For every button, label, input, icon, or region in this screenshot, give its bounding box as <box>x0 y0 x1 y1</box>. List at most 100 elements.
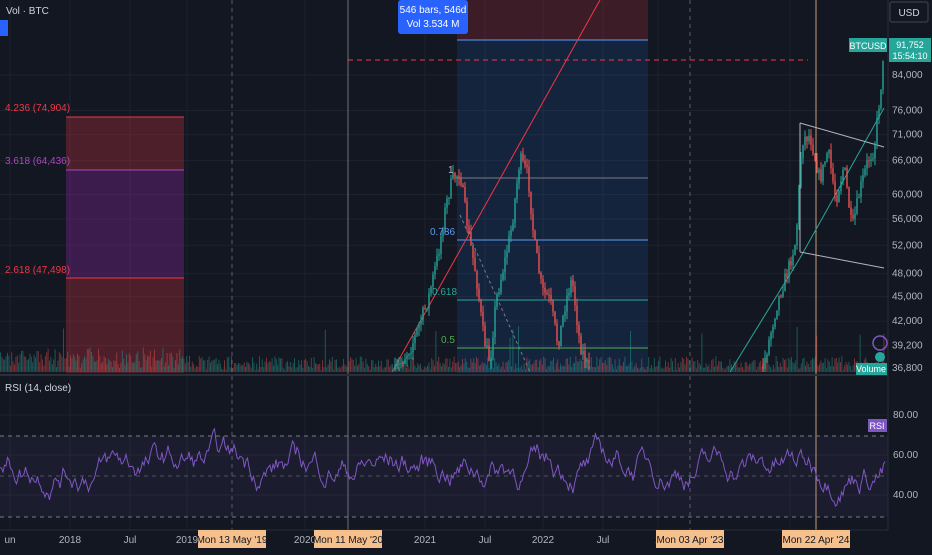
candle-body[interactable] <box>880 89 882 109</box>
candle-body[interactable] <box>414 334 416 344</box>
candle-body[interactable] <box>528 166 530 192</box>
fib-ext-zone-lower[interactable] <box>66 278 184 373</box>
candle-body[interactable] <box>548 294 550 296</box>
candle-body[interactable] <box>820 169 822 182</box>
candle-body[interactable] <box>456 176 458 179</box>
candle-body[interactable] <box>588 359 590 364</box>
candle-body[interactable] <box>774 318 776 328</box>
candle-body[interactable] <box>810 135 812 145</box>
candle-body[interactable] <box>840 181 842 192</box>
candle-body[interactable] <box>828 149 830 154</box>
candle-body[interactable] <box>534 230 536 240</box>
candle-body[interactable] <box>474 257 476 272</box>
candle-body[interactable] <box>450 178 452 198</box>
candle-body[interactable] <box>416 328 418 335</box>
candle-body[interactable] <box>874 143 876 159</box>
candle-body[interactable] <box>866 160 868 169</box>
candle-body[interactable] <box>784 273 786 292</box>
candle-body[interactable] <box>580 335 582 355</box>
candle-body[interactable] <box>542 278 544 288</box>
candle-body[interactable] <box>546 292 548 295</box>
candle-body[interactable] <box>862 175 864 182</box>
candle-body[interactable] <box>764 357 766 369</box>
candle-body[interactable] <box>578 325 580 336</box>
candle-body[interactable] <box>844 167 846 171</box>
candle-body[interactable] <box>538 253 540 273</box>
candle-body[interactable] <box>554 311 556 324</box>
candle-body[interactable] <box>514 199 516 223</box>
candle-body[interactable] <box>802 145 804 159</box>
candle-body[interactable] <box>502 272 504 280</box>
candle-body[interactable] <box>410 352 412 355</box>
candle-body[interactable] <box>776 310 778 319</box>
candle-body[interactable] <box>786 273 788 278</box>
candle-body[interactable] <box>432 274 434 287</box>
candle-body[interactable] <box>446 198 448 208</box>
candle-body[interactable] <box>478 288 480 301</box>
candle-body[interactable] <box>856 198 858 214</box>
candle-body[interactable] <box>768 339 770 355</box>
candle-body[interactable] <box>398 363 400 365</box>
candle-body[interactable] <box>832 168 834 182</box>
candle-body[interactable] <box>428 293 430 309</box>
candle-body[interactable] <box>780 295 782 297</box>
candle-body[interactable] <box>418 324 420 329</box>
candle-body[interactable] <box>882 60 884 90</box>
candle-body[interactable] <box>464 186 466 202</box>
candle-body[interactable] <box>510 229 512 236</box>
candle-body[interactable] <box>790 261 792 266</box>
candle-body[interactable] <box>496 294 498 307</box>
candle-body[interactable] <box>422 307 424 321</box>
candle-body[interactable] <box>568 293 570 296</box>
candle-body[interactable] <box>466 201 468 227</box>
candle-body[interactable] <box>552 300 554 312</box>
candle-body[interactable] <box>482 311 484 326</box>
candle-body[interactable] <box>394 365 396 370</box>
candle-body[interactable] <box>404 359 406 364</box>
chart-root[interactable]: 4.236 (74,904) 3.618 (64,436) 2.618 (47,… <box>0 0 932 550</box>
candle-body[interactable] <box>434 266 436 275</box>
candle-body[interactable] <box>558 341 560 347</box>
candle-body[interactable] <box>834 181 836 196</box>
candle-body[interactable] <box>850 207 852 215</box>
candle-body[interactable] <box>492 337 494 358</box>
candle-body[interactable] <box>838 191 840 203</box>
candle-body[interactable] <box>796 224 798 246</box>
candle-body[interactable] <box>794 245 796 256</box>
candle-body[interactable] <box>772 327 774 333</box>
candle-body[interactable] <box>858 196 860 199</box>
candle-body[interactable] <box>540 272 542 279</box>
candle-body[interactable] <box>512 222 514 230</box>
candle-body[interactable] <box>536 239 538 254</box>
candle-body[interactable] <box>766 354 768 358</box>
candle-body[interactable] <box>506 251 508 258</box>
candle-body[interactable] <box>520 153 522 170</box>
candle-body[interactable] <box>782 291 784 297</box>
candle-body[interactable] <box>462 184 464 187</box>
candle-body[interactable] <box>824 162 826 165</box>
candle-body[interactable] <box>556 323 558 342</box>
candle-body[interactable] <box>770 332 772 340</box>
candle-body[interactable] <box>560 325 562 347</box>
candle-body[interactable] <box>816 160 818 173</box>
candle-body[interactable] <box>566 295 568 312</box>
candle-body[interactable] <box>544 287 546 293</box>
candle-body[interactable] <box>406 355 408 360</box>
fib-ext-zone-middle[interactable] <box>66 170 184 278</box>
candle-body[interactable] <box>804 136 806 146</box>
candle-body[interactable] <box>468 226 470 232</box>
candle-body[interactable] <box>852 214 854 219</box>
candle-body[interactable] <box>860 181 862 197</box>
candle-body[interactable] <box>878 108 880 118</box>
candle-body[interactable] <box>808 135 810 142</box>
candle-body[interactable] <box>448 197 450 199</box>
candle-body[interactable] <box>424 307 426 309</box>
candle-body[interactable] <box>570 279 572 294</box>
candle-body[interactable] <box>476 271 478 289</box>
position-stop-zone[interactable] <box>457 0 648 40</box>
candle-body[interactable] <box>524 160 526 165</box>
candle-body[interactable] <box>518 169 520 184</box>
candle-body[interactable] <box>402 363 404 365</box>
candle-body[interactable] <box>494 306 496 338</box>
candle-body[interactable] <box>516 183 518 200</box>
